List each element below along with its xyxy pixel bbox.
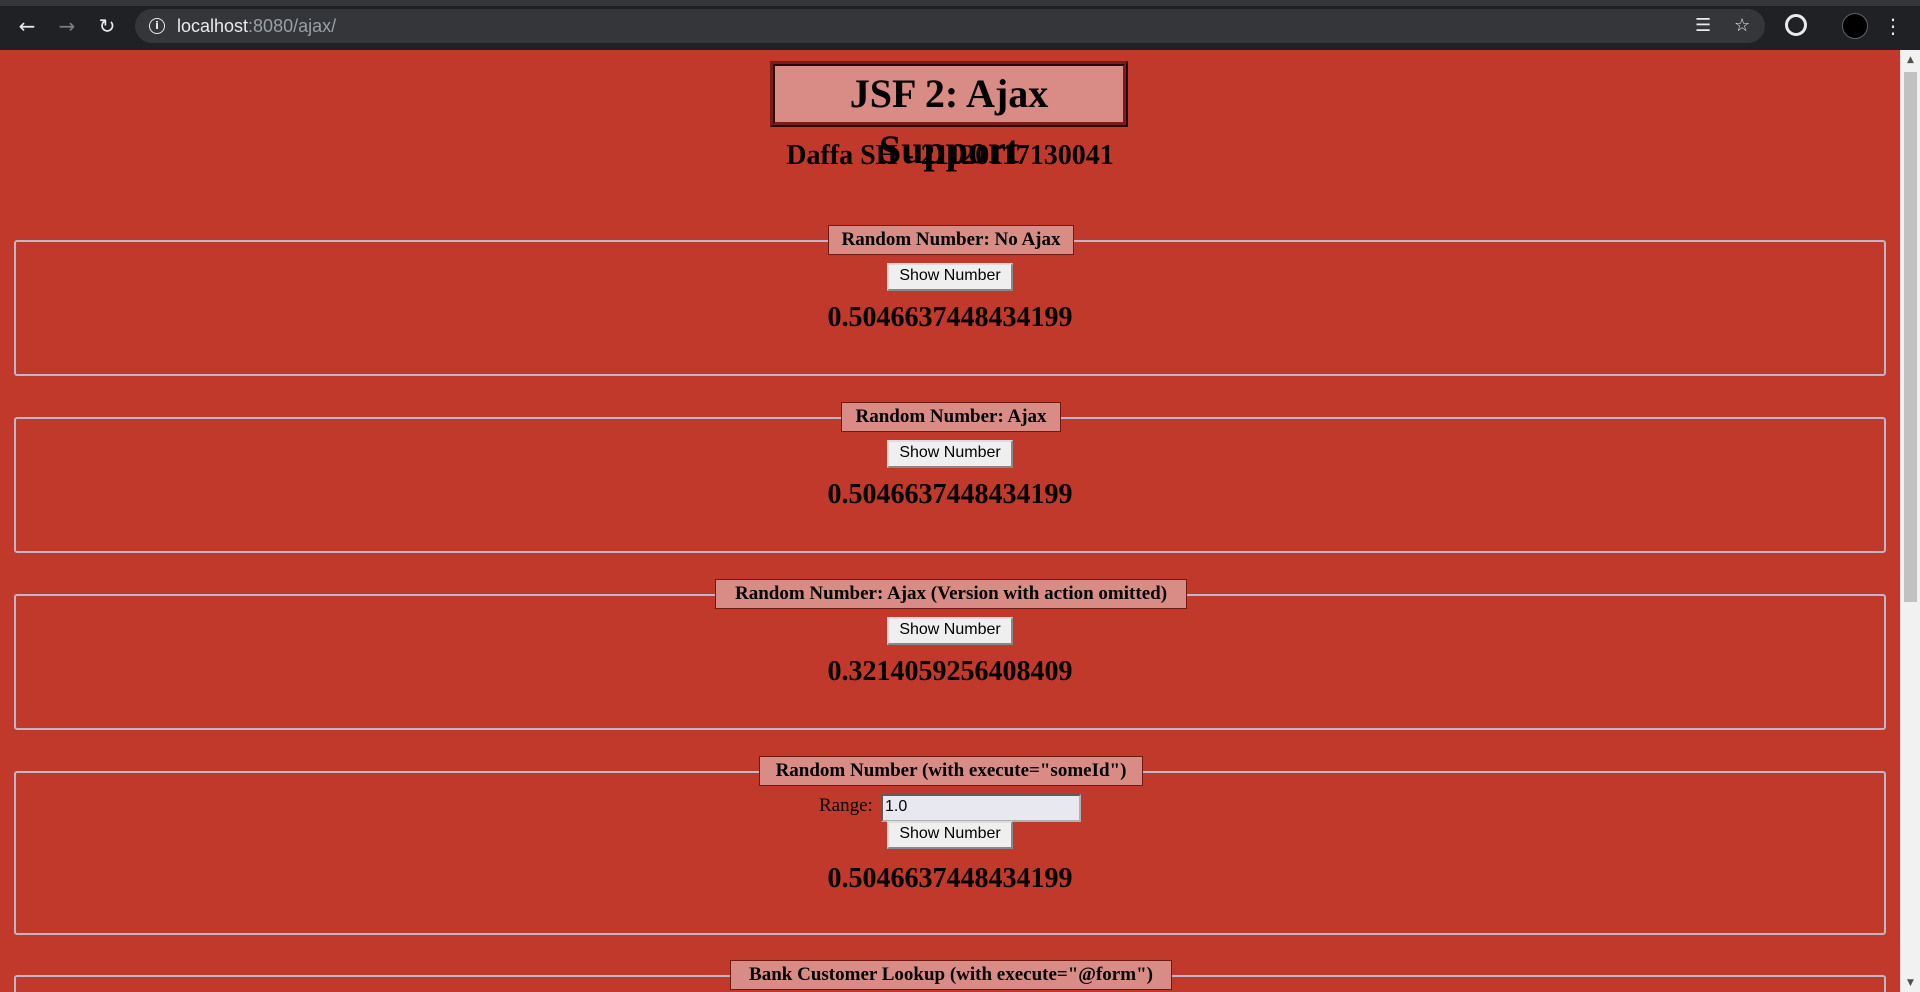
fieldset-bank-customer-lookup: Bank Customer Lookup (with execute="@for… — [14, 960, 1886, 992]
scroll-down-arrow-icon[interactable]: ▼ — [1901, 975, 1920, 992]
show-number-button[interactable]: Show Number — [887, 440, 1013, 468]
back-icon[interactable]: ← — [14, 13, 40, 39]
fieldset-legend: Random Number: No Ajax — [828, 225, 1074, 255]
scrollbar-thumb[interactable] — [1904, 72, 1917, 602]
browser-toolbar: ← → ↻ i localhost:8080/ajax/ ☰ ☆ ⋮ — [0, 0, 1920, 50]
show-number-button[interactable]: Show Number — [887, 263, 1013, 291]
fieldset-ajax: Random Number: Ajax Show Number 0.504663… — [14, 402, 1886, 553]
range-label: Range: — [819, 795, 873, 816]
range-input[interactable]: 1.0 — [881, 794, 1081, 822]
bookmark-star-icon[interactable]: ☆ — [1734, 9, 1750, 43]
scroll-up-arrow-icon[interactable]: ▲ — [1901, 52, 1920, 69]
show-number-button[interactable]: Show Number — [887, 821, 1013, 849]
url-path: :8080/ajax/ — [248, 16, 337, 36]
translate-icon[interactable]: ☰ — [1695, 9, 1711, 43]
site-info-icon[interactable]: i — [149, 18, 165, 34]
random-number-output: 0.3214059256408409 — [827, 656, 1073, 687]
page-scrollbar[interactable]: ▲ ▼ — [1900, 50, 1920, 992]
fieldset-ajax-action-omitted: Random Number: Ajax (Version with action… — [14, 579, 1886, 730]
fieldset-legend: Bank Customer Lookup (with execute="@for… — [730, 960, 1172, 990]
forward-icon[interactable]: → — [54, 13, 80, 39]
page-subtitle: Daffa SH - 21120117130041 — [786, 140, 1114, 171]
extension-icon[interactable] — [1785, 14, 1807, 36]
menu-kebab-icon[interactable]: ⋮ — [1880, 13, 1906, 39]
fieldset-execute-someid: Random Number (with execute="someId") Ra… — [14, 756, 1886, 935]
fieldset-legend: Random Number (with execute="someId") — [759, 756, 1143, 786]
url-host: localhost — [177, 16, 249, 36]
page-content: JSF 2: Ajax Support Daffa SH - 211201171… — [0, 50, 1900, 992]
page-title: JSF 2: Ajax Support — [770, 61, 1128, 172]
tab-strip — [0, 0, 1920, 6]
address-bar[interactable]: i localhost:8080/ajax/ ☰ ☆ — [135, 9, 1765, 43]
profile-avatar-icon[interactable] — [1842, 13, 1868, 39]
reload-icon[interactable]: ↻ — [94, 13, 120, 39]
random-number-output: 0.5046637448434199 — [827, 479, 1073, 510]
random-number-output: 0.5046637448434199 — [827, 863, 1073, 894]
show-number-button[interactable]: Show Number — [887, 617, 1013, 645]
fieldset-no-ajax: Random Number: No Ajax Show Number 0.504… — [14, 225, 1886, 376]
fieldset-legend: Random Number: Ajax — [841, 402, 1061, 432]
random-number-output: 0.5046637448434199 — [827, 302, 1073, 333]
fieldset-legend: Random Number: Ajax (Version with action… — [715, 579, 1187, 609]
